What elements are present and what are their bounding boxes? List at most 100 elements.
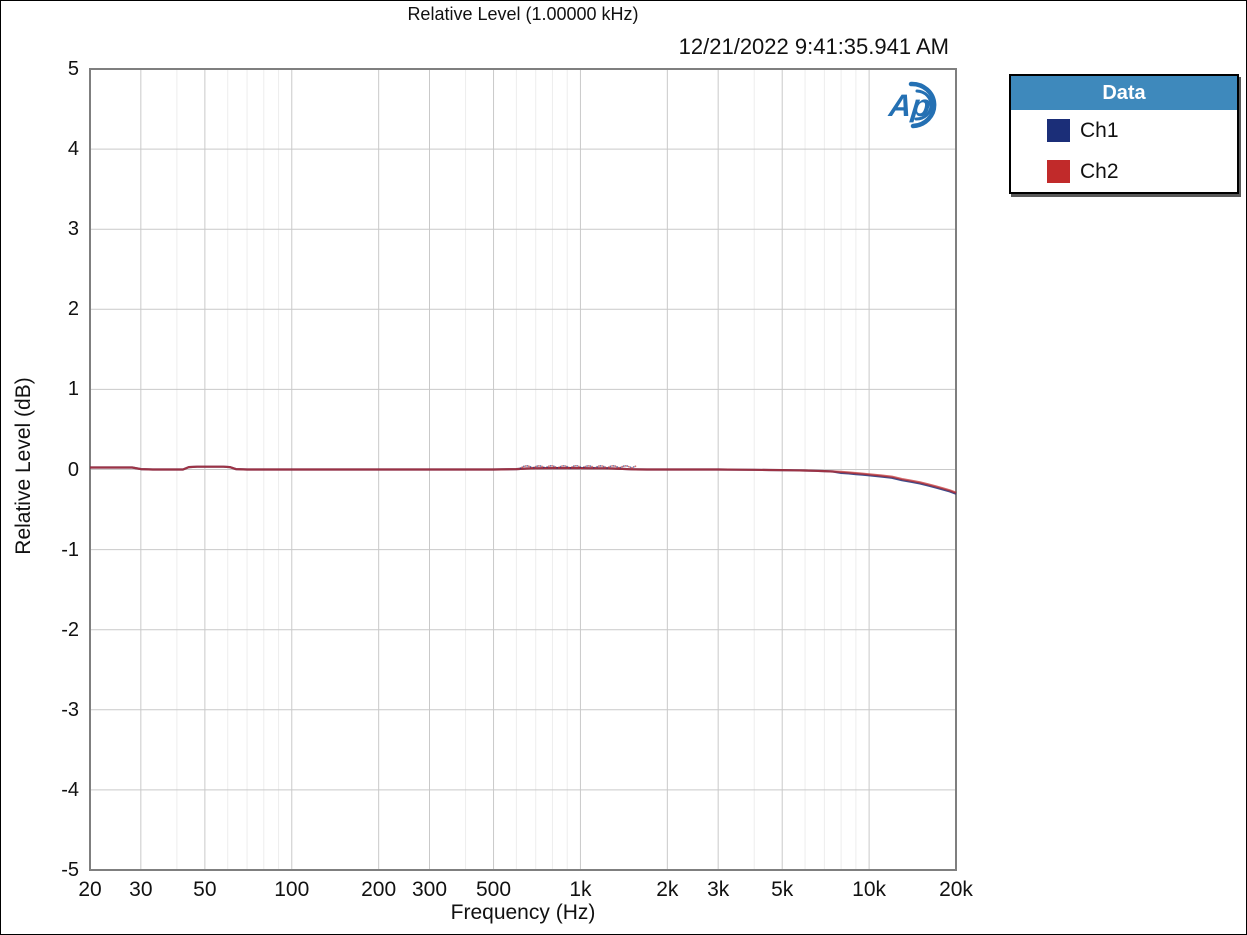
- measurement-dot: [549, 465, 552, 467]
- measurement-dot: [619, 466, 622, 469]
- chart-title: Relative Level (1.00000 kHz): [407, 4, 639, 24]
- measurement-dot: [632, 466, 635, 468]
- x-tick-label: 20k: [939, 878, 973, 901]
- measurement-dot: [574, 465, 577, 467]
- legend-panel: Data Ch1 Ch2: [1009, 74, 1239, 194]
- measurement-dot: [584, 465, 587, 468]
- y-tick-label: 3: [67, 218, 79, 241]
- ch1-color-swatch: [1047, 119, 1070, 142]
- legend-entry-ch2[interactable]: Ch2: [1011, 151, 1237, 192]
- y-tick-label: 1: [67, 378, 79, 401]
- measurement-dot: [544, 467, 547, 469]
- y-tick-label: -4: [61, 778, 79, 801]
- legend-entry-ch1[interactable]: Ch1: [1011, 110, 1237, 151]
- measurement-dot: [626, 465, 628, 467]
- measurement-dot: [521, 466, 524, 469]
- measurement-dot: [576, 465, 578, 467]
- ap-logo-text: Ap: [886, 88, 932, 123]
- measurement-dot: [564, 465, 567, 467]
- measurement-dot: [557, 466, 560, 469]
- measurement-dot: [591, 465, 593, 468]
- y-tick-label: -1: [61, 538, 79, 561]
- y-tick-label: -3: [61, 698, 79, 721]
- measurement-dot: [616, 466, 618, 468]
- y-tick-label: 4: [67, 138, 79, 161]
- measurement-dot: [526, 465, 529, 467]
- measurement-dot: [552, 465, 555, 468]
- measurement-dot: [572, 465, 575, 468]
- measurement-dot: [551, 465, 553, 467]
- timestamp: 12/21/2022 9:41:35.941 AM: [678, 34, 949, 59]
- measurement-dot: [567, 466, 570, 469]
- trace-ch2: [90, 465, 957, 494]
- measurement-dot: [606, 467, 608, 469]
- measurement-dot: [622, 465, 625, 467]
- measurement-dot: [621, 465, 623, 468]
- measurement-dot: [562, 465, 565, 467]
- graph-panel: Relative Level (1.00000 kHz) 12/21/2022 …: [0, 0, 1247, 935]
- measurement-dot: [592, 466, 595, 469]
- measurement-dot: [629, 466, 632, 469]
- x-tick-label: 30: [129, 878, 153, 901]
- measurement-dot: [569, 466, 572, 469]
- legend-entry-ch2-label: Ch2: [1080, 159, 1119, 183]
- measurement-dot: [546, 466, 548, 468]
- measurement-dot: [566, 465, 568, 468]
- measurement-dot: [522, 465, 525, 468]
- plot-area[interactable]: [89, 68, 957, 871]
- measurement-dot: [597, 465, 600, 467]
- measurement-dot: [559, 465, 562, 468]
- measurement-dot: [612, 465, 615, 467]
- legend-entry-ch1-label: Ch1: [1080, 118, 1119, 142]
- x-tick-label: 20: [78, 878, 102, 901]
- measurement-dot: [589, 465, 592, 467]
- x-tick-label: 100: [274, 878, 310, 901]
- measurement-dot: [586, 465, 588, 467]
- measurement-dot: [519, 467, 522, 469]
- x-tick-label: 3k: [707, 878, 730, 901]
- measurement-dot: [577, 465, 580, 468]
- x-tick-label: 50: [193, 878, 217, 901]
- measurement-dot: [536, 465, 539, 467]
- measurement-dot: [624, 465, 627, 467]
- measurement-dot: [596, 465, 598, 468]
- measurement-dot: [634, 465, 637, 468]
- x-axis-title: Frequency (Hz): [450, 901, 596, 924]
- x-tick-label: 2k: [656, 878, 679, 901]
- measurement-dot: [561, 465, 563, 467]
- measurement-dot: [542, 466, 545, 469]
- y-tick-label: 2: [67, 298, 79, 321]
- measurement-dot: [611, 465, 613, 467]
- x-tick-label: 500: [476, 878, 512, 901]
- legend-header: Data: [1011, 76, 1237, 110]
- measurement-dot: [524, 465, 527, 467]
- measurement-dot: [534, 465, 537, 468]
- measurement-dot: [529, 465, 532, 468]
- measurement-dot: [532, 466, 535, 469]
- measurement-dot: [571, 466, 573, 468]
- measurement-dot: [627, 465, 630, 468]
- measurement-dot: [539, 465, 542, 467]
- measurement-dot: [587, 465, 590, 467]
- measurement-dot: [579, 466, 582, 468]
- x-tick-label: 10k: [852, 878, 887, 901]
- measurement-dot: [609, 465, 612, 468]
- measurement-dot: [602, 465, 605, 468]
- measurement-dot: [594, 466, 597, 469]
- ch2-color-swatch: [1047, 160, 1070, 183]
- measurement-dot: [614, 465, 617, 468]
- measurement-dot: [601, 465, 603, 467]
- measurement-dot: [541, 465, 543, 468]
- y-tick-label: -2: [61, 618, 79, 641]
- y-tick-label: 5: [67, 58, 79, 80]
- x-tick-label: 300: [411, 878, 448, 901]
- measurement-dot: [604, 466, 607, 469]
- measurement-dot: [554, 466, 557, 468]
- measurement-dot: [537, 465, 540, 467]
- measurement-dot: [581, 467, 583, 469]
- measurement-dot: [617, 466, 620, 469]
- measurement-dot: [547, 465, 550, 468]
- measurement-dot: [527, 465, 530, 468]
- y-tick-label: -5: [61, 859, 79, 881]
- x-tick-label: 200: [361, 878, 397, 901]
